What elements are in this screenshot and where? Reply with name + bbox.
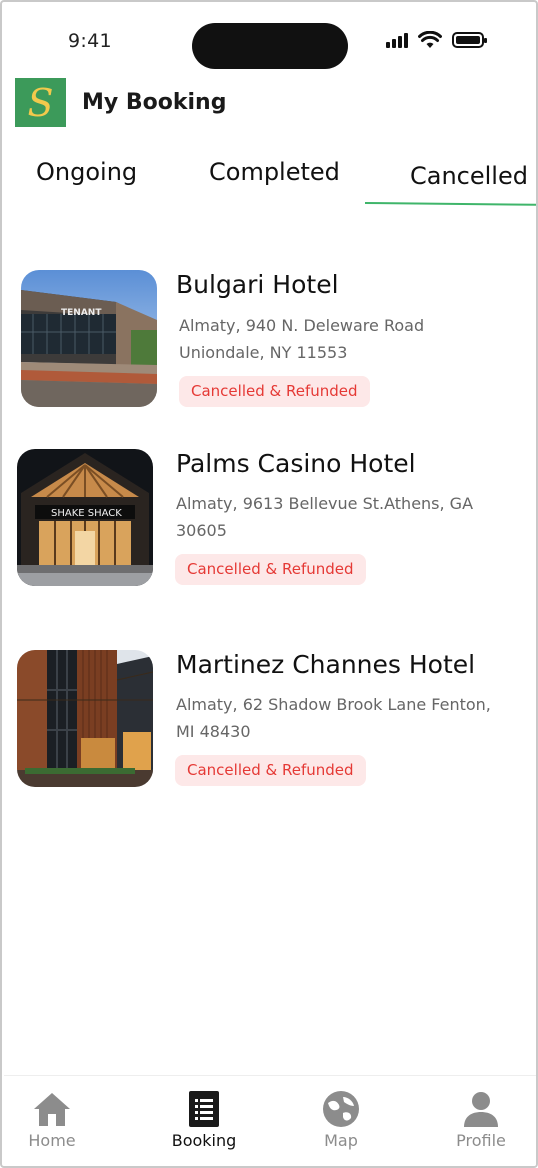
app-logo: S	[15, 78, 66, 127]
logo-letter: S	[27, 80, 54, 125]
hotel-address: Almaty, 62 Shadow Brook Lane Fenton, MI …	[176, 695, 491, 741]
bottom-navigation: Home Booking Map Profile	[4, 1075, 536, 1166]
globe-map-icon	[323, 1091, 359, 1127]
nav-profile-label: Profile	[456, 1131, 506, 1150]
profile-icon	[464, 1092, 498, 1127]
hotel-address: Almaty, 940 N. Deleware Road Uniondale, …	[179, 316, 425, 362]
nav-profile[interactable]: Profile	[421, 1076, 536, 1166]
nav-map[interactable]: Map	[281, 1076, 401, 1166]
home-icon	[34, 1093, 70, 1126]
booking-card[interactable]: Martinez Channes Hotel Almaty, 62 Shadow…	[2, 647, 536, 797]
battery-icon	[452, 32, 487, 48]
nav-booking-label: Booking	[171, 1131, 237, 1150]
status-time: 9:41	[68, 30, 112, 52]
hotel-thumbnail: TENANT	[21, 270, 157, 407]
hotel-name: Bulgari Hotel	[176, 270, 339, 299]
dynamic-island	[192, 23, 348, 69]
booking-tabs: Ongoing Completed Cancelled	[2, 150, 536, 206]
hotel-thumbnail: SHAKE SHACK	[17, 449, 153, 586]
phone-screen: 9:41 S My Booking Ongoing Completed Canc…	[0, 0, 538, 1168]
hotel-name: Palms Casino Hotel	[176, 449, 416, 478]
status-badge: Cancelled & Refunded	[179, 376, 370, 407]
hotel-thumbnail	[17, 650, 153, 787]
cellular-signal-icon	[386, 32, 408, 48]
wifi-icon	[418, 31, 442, 48]
nav-home[interactable]: Home	[2, 1076, 112, 1166]
booking-card[interactable]: TENANT Bulgari Hotel Almaty, 940 N. Dele…	[2, 267, 536, 417]
hotel-address: Almaty, 9613 Bellevue St.Athens, GA 3060…	[176, 494, 474, 540]
status-icons	[386, 30, 487, 50]
nav-map-label: Map	[324, 1131, 358, 1150]
nav-home-label: Home	[28, 1131, 76, 1150]
building-sign-text: TENANT	[61, 308, 102, 318]
nav-booking[interactable]: Booking	[144, 1076, 264, 1166]
booking-card[interactable]: SHAKE SHACK Palms Casino Hotel Almaty, 9…	[2, 446, 536, 596]
tab-completed[interactable]: Completed	[209, 158, 340, 186]
active-tab-indicator	[364, 202, 536, 206]
hotel-name: Martinez Channes Hotel	[176, 650, 476, 679]
booking-list-icon	[189, 1091, 219, 1127]
building-sign-text: SHAKE SHACK	[51, 508, 122, 519]
page-title: My Booking	[82, 90, 227, 115]
tab-ongoing[interactable]: Ongoing	[36, 158, 137, 186]
status-badge: Cancelled & Refunded	[175, 755, 366, 786]
status-badge: Cancelled & Refunded	[175, 554, 366, 585]
tab-cancelled[interactable]: Cancelled	[410, 162, 528, 190]
